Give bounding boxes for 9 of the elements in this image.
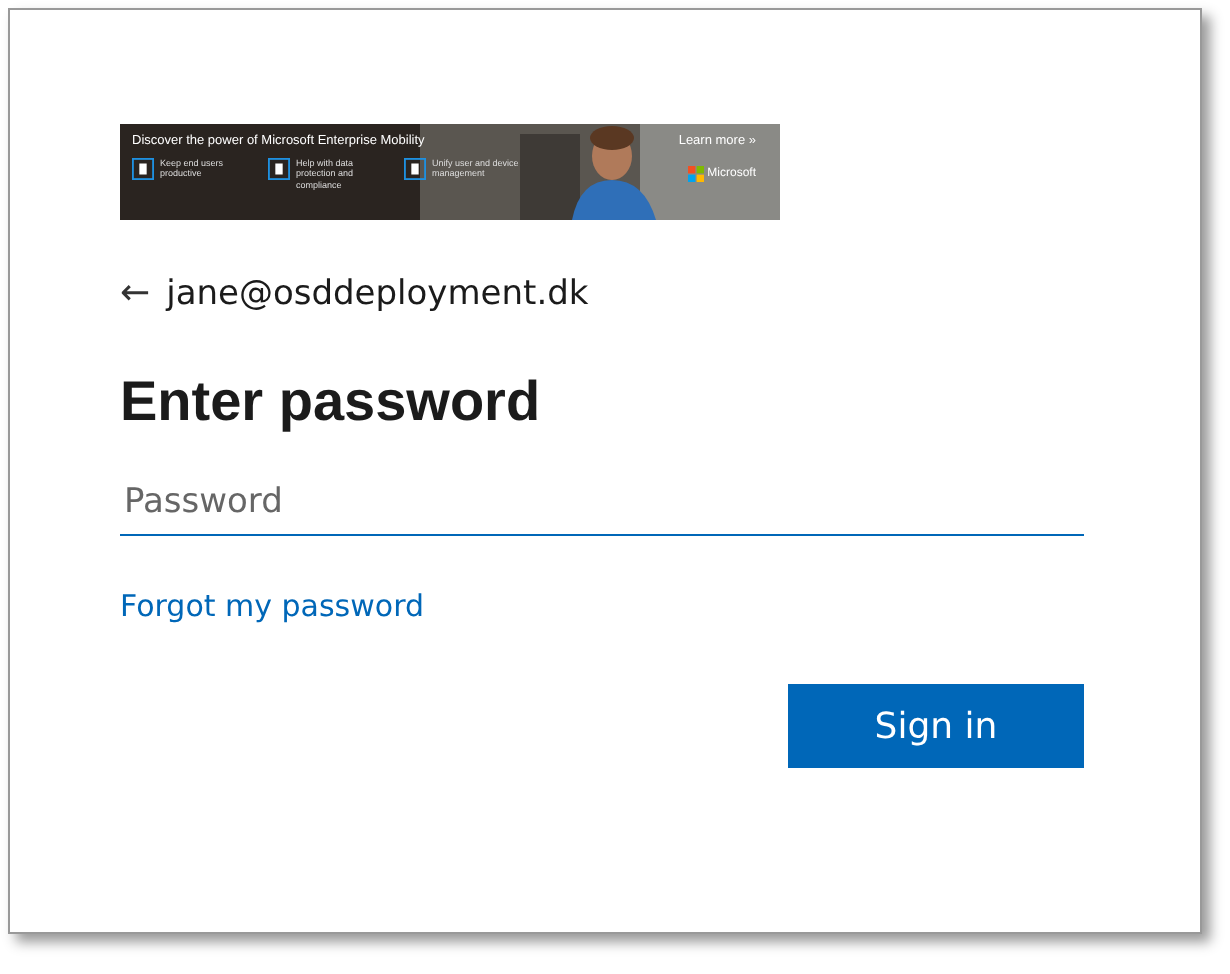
- feature-icon: [268, 158, 290, 180]
- account-email: jane@osddeployment.dk: [166, 273, 589, 313]
- back-button[interactable]: ←: [120, 272, 151, 314]
- feature-icon: [132, 158, 154, 180]
- sign-in-button[interactable]: Sign in: [788, 684, 1084, 768]
- feature-icon: [404, 158, 426, 180]
- forgot-password-link[interactable]: Forgot my password: [120, 588, 424, 624]
- windows-logo-icon: [687, 166, 704, 182]
- page-title: Enter password: [120, 370, 543, 434]
